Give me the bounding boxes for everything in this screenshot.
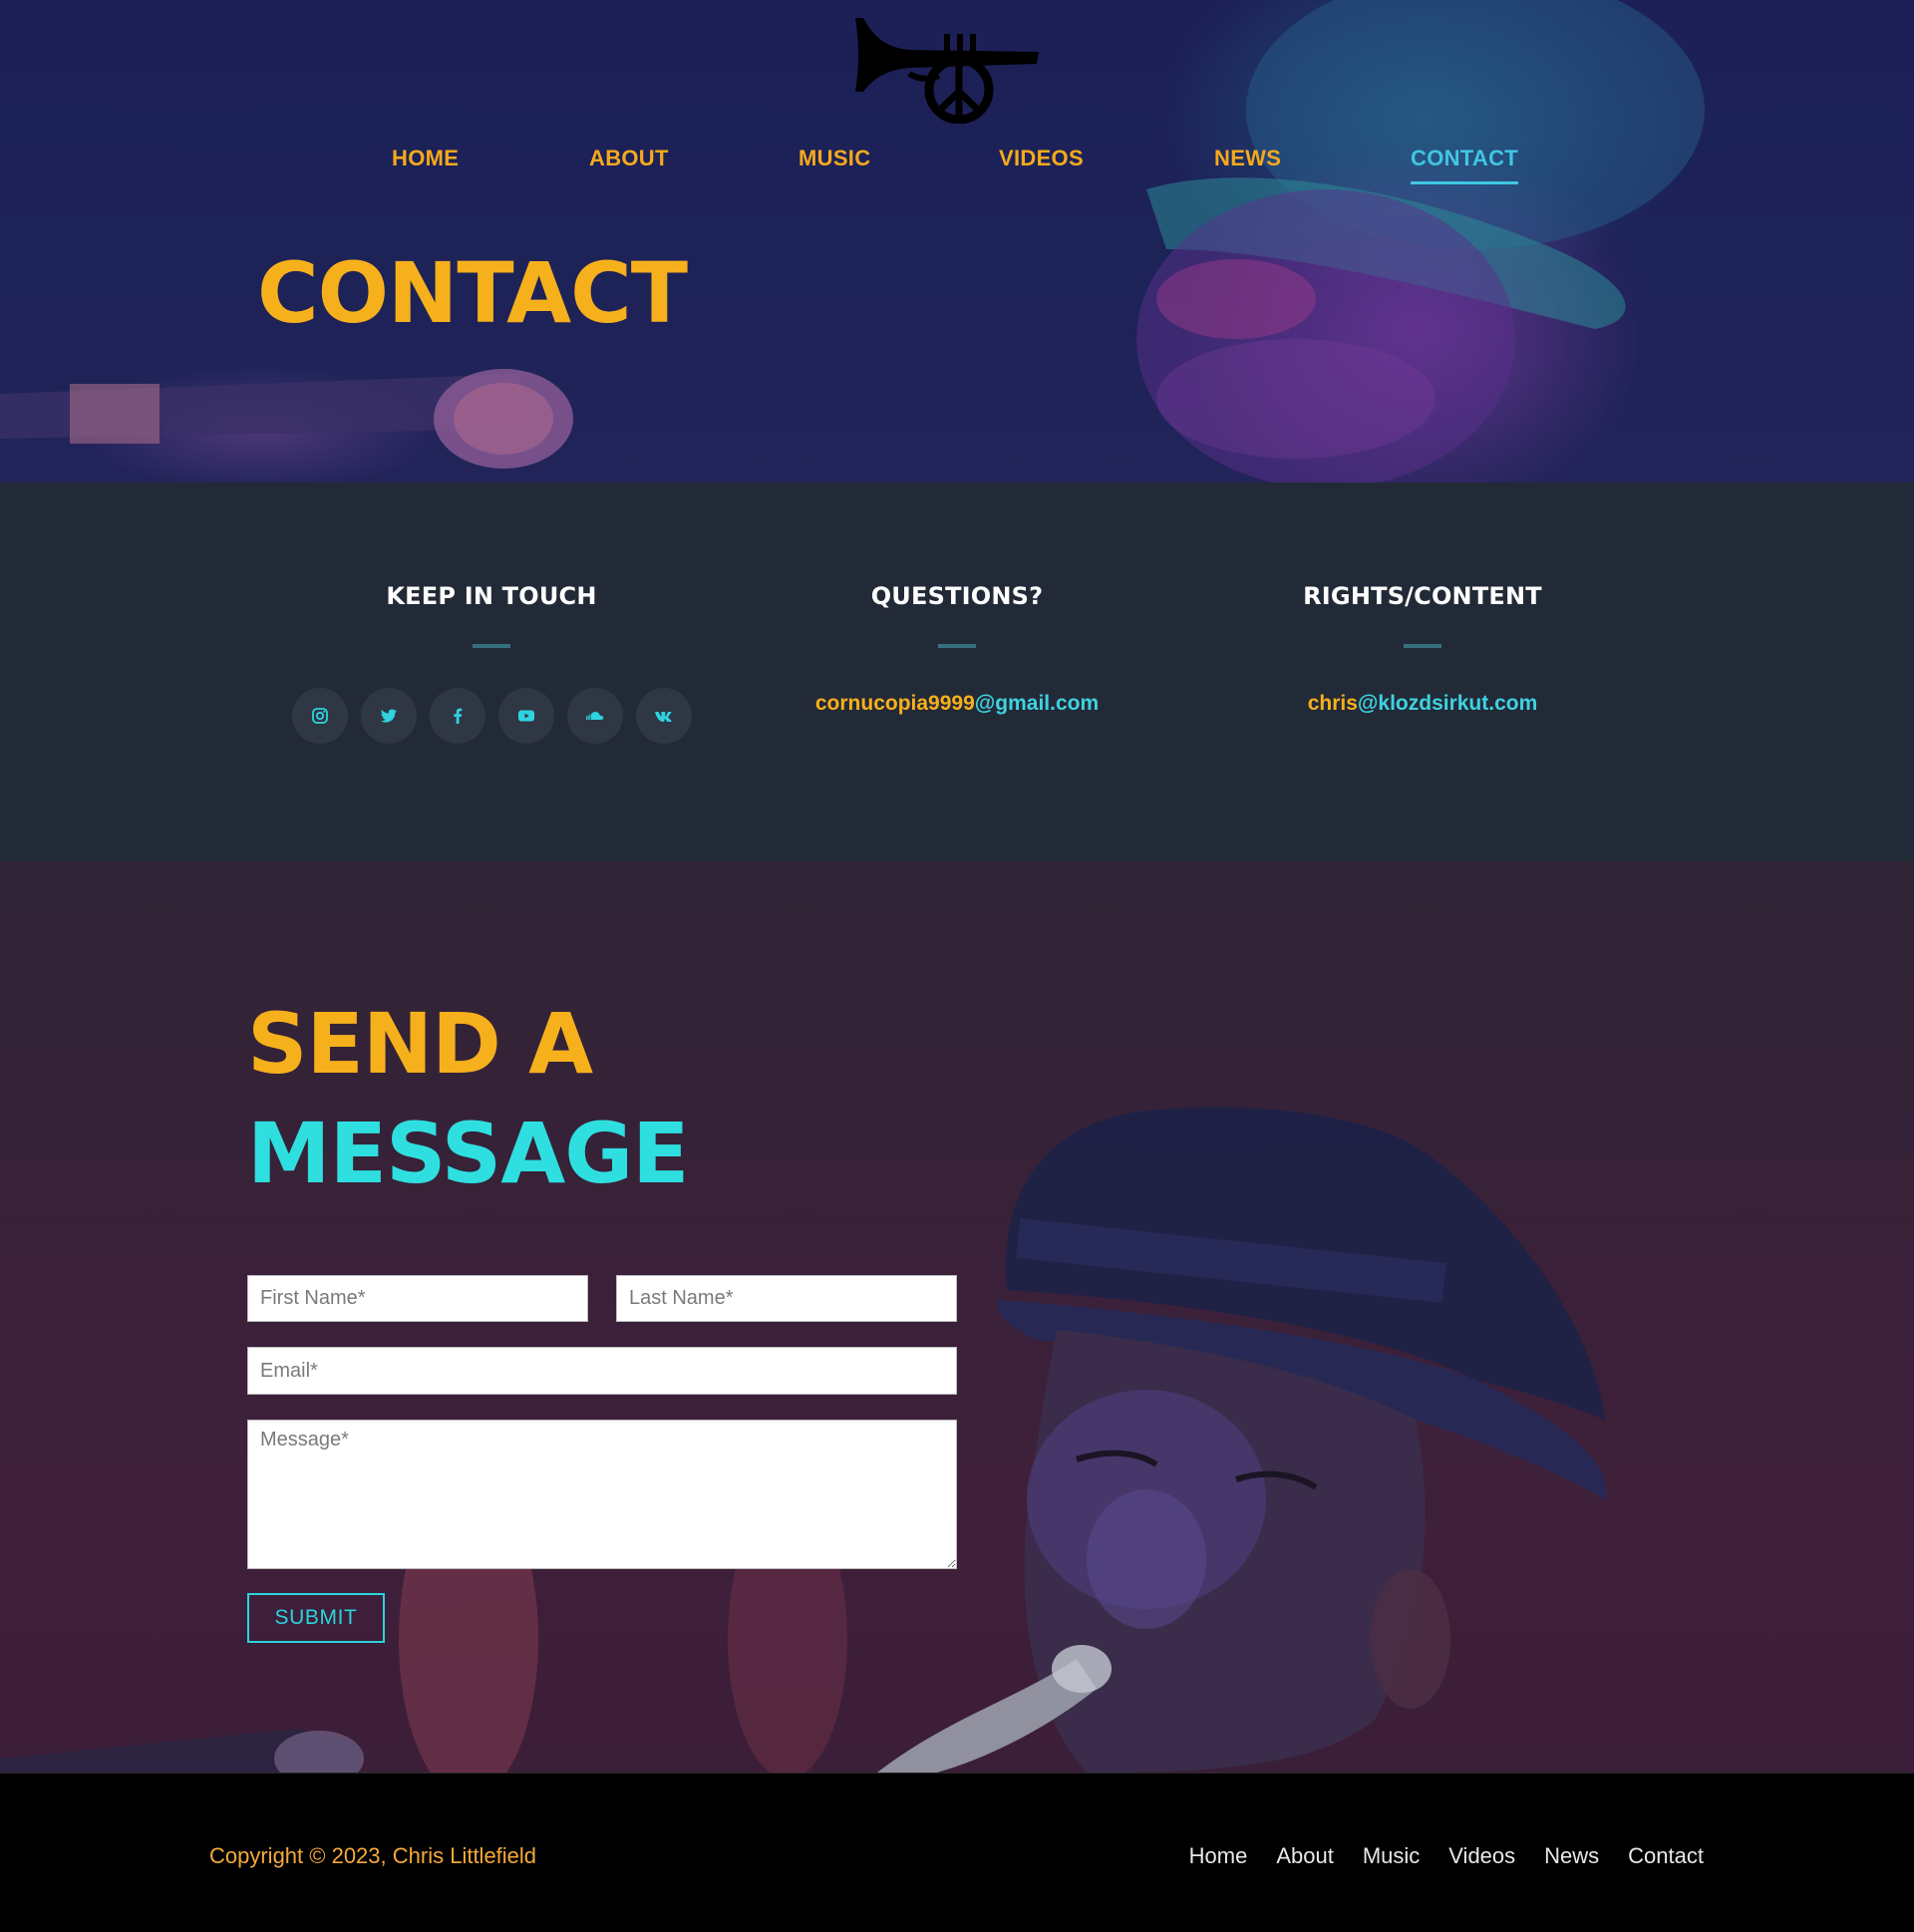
twitter-link[interactable] [360,688,417,744]
nav-home[interactable]: HOME [392,146,459,171]
email-user: chris [1307,692,1358,715]
youtube-icon [517,710,534,722]
vk-icon [654,712,672,722]
questions-column: QUESTIONS? cornucopia9999@gmail.com [748,582,1166,716]
questions-email-link[interactable]: cornucopia9999@gmail.com [748,692,1166,716]
page-title: CONTACT [257,244,688,342]
rights-email-link[interactable]: chris@klozdsirkut.com [1213,692,1632,716]
submit-button[interactable]: SUBMIT [247,1593,385,1643]
soundcloud-icon [585,712,603,720]
first-name-field[interactable] [247,1275,588,1322]
footer-link-music[interactable]: Music [1363,1843,1420,1869]
title-line-1: SEND A [247,995,593,1093]
send-message-section: SEND A MESSAGE SUBMIT [0,861,1914,1772]
hero-header: HOME ABOUT MUSIC VIDEOS NEWS CONTACT CON… [0,0,1914,483]
title-line-2: MESSAGE [247,1105,690,1202]
nav-news[interactable]: NEWS [1214,146,1281,171]
nav-videos[interactable]: VIDEOS [999,146,1084,171]
nav-music[interactable]: MUSIC [798,146,870,171]
social-links [282,688,701,744]
send-message-title: SEND A MESSAGE [247,989,690,1208]
soundcloud-link[interactable] [566,688,623,744]
keep-in-touch-heading: KEEP IN TOUCH [386,582,597,610]
nav-contact[interactable]: CONTACT [1411,146,1519,184]
footer-link-videos[interactable]: Videos [1448,1843,1515,1869]
footer-nav: Home About Music Videos News Contact [1189,1843,1704,1869]
instagram-icon [311,708,328,724]
message-field[interactable] [247,1420,957,1569]
footer-link-about[interactable]: About [1276,1843,1334,1869]
email-domain: @gmail.com [974,692,1100,715]
footer-link-home[interactable]: Home [1189,1843,1248,1869]
twitter-icon [380,709,397,723]
keep-in-touch-column: KEEP IN TOUCH [282,582,701,744]
main-nav: HOME ABOUT MUSIC VIDEOS NEWS CONTACT [0,146,1914,189]
email-domain: @klozdsirkut.com [1357,692,1538,715]
nav-about[interactable]: ABOUT [589,146,669,171]
footer-link-news[interactable]: News [1544,1843,1599,1869]
heading-divider [473,644,510,648]
site-footer: Copyright © 2023, Chris Littlefield Home… [0,1772,1914,1932]
heading-divider [1404,644,1441,648]
questions-heading: QUESTIONS? [870,582,1044,610]
rights-column: RIGHTS/CONTENT chris@klozdsirkut.com [1213,582,1632,716]
instagram-link[interactable] [291,688,348,744]
email-field[interactable] [247,1347,957,1395]
email-user: cornucopia9999 [814,692,975,715]
copyright-text: Copyright © 2023, Chris Littlefield [209,1843,537,1868]
heading-divider [938,644,976,648]
vk-link[interactable] [635,688,692,744]
trumpet-peace-logo[interactable] [849,14,1049,124]
footer-link-contact[interactable]: Contact [1628,1843,1704,1869]
contact-info-section: KEEP IN TOUCH QUESTIONS? cornucopia9999@… [0,483,1914,861]
facebook-icon [453,708,462,724]
youtube-link[interactable] [497,688,554,744]
rights-heading: RIGHTS/CONTENT [1303,582,1542,610]
facebook-link[interactable] [429,688,485,744]
last-name-field[interactable] [616,1275,957,1322]
